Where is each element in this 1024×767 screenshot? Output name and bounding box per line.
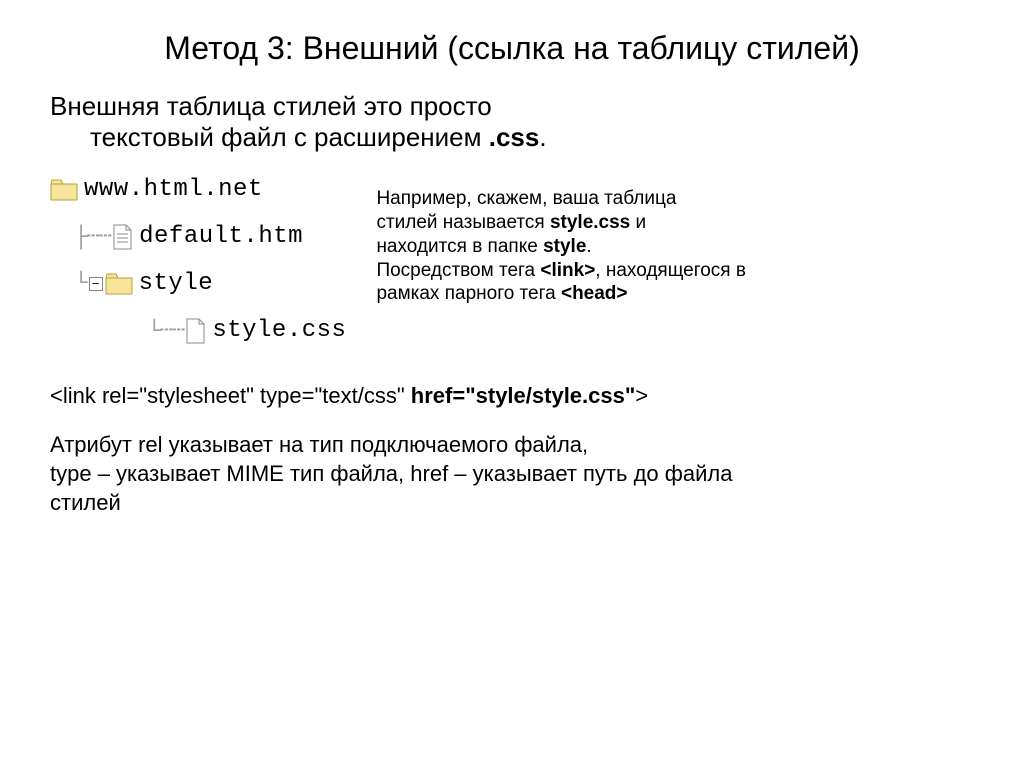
intro-line2a: текстовый файл с расширением xyxy=(90,122,489,152)
intro-line2b: .css xyxy=(489,122,540,152)
side-l1d: и xyxy=(630,212,646,233)
intro-period: . xyxy=(539,122,546,152)
explain-l1: Атрибут rel указывает на тип подключаемо… xyxy=(50,432,588,457)
side-l3c: , находящегося в xyxy=(595,260,746,281)
side-l1a: Например, скажем, ваша таблица xyxy=(376,188,676,209)
side-l1c: style.css xyxy=(550,212,630,233)
tree-connector: └ xyxy=(50,271,87,296)
explanation: Атрибут rel указывает на тип подключаемо… xyxy=(50,431,974,517)
side-l2b: style xyxy=(543,236,586,257)
side-l3b: <link> xyxy=(540,260,595,281)
explain-l3: стилей xyxy=(50,490,121,515)
side-l2c: . xyxy=(586,236,591,257)
tree-row-folder2: └− style xyxy=(50,261,346,306)
code-a: <link rel="stylesheet" type="text/css" xyxy=(50,383,411,408)
tree-root-label: www.html.net xyxy=(84,176,263,203)
side-l2a: находится в папке xyxy=(376,236,543,257)
expand-minus-icon[interactable]: − xyxy=(89,277,103,291)
side-l1b: стилей называется xyxy=(376,212,550,233)
side-l4a: рамках парного тега xyxy=(376,283,561,304)
document-icon xyxy=(111,224,133,250)
tree-row-root: www.html.net xyxy=(50,167,346,212)
explain-l2: type – указывает MIME тип файла, href – … xyxy=(50,461,732,486)
folder-icon xyxy=(50,178,78,202)
intro-line1: Внешняя таблица стилей это просто xyxy=(50,91,492,121)
document-icon xyxy=(184,318,206,344)
side-text: Например, скажем, ваша таблица стилей на… xyxy=(376,167,746,355)
intro-paragraph: Внешняя таблица стилей это просто тексто… xyxy=(50,91,974,153)
tree-file2-label: style.css xyxy=(212,317,346,344)
tree-connector: └┄┄ xyxy=(50,318,184,344)
code-b: href="style/style.css" xyxy=(411,383,636,408)
middle-section: www.html.net ├┄┄ default.htm └− style └┄… xyxy=(50,167,974,355)
tree-connector: ├┄┄ xyxy=(50,224,111,250)
file-tree: www.html.net ├┄┄ default.htm └− style └┄… xyxy=(50,167,346,355)
tree-row-file1: ├┄┄ default.htm xyxy=(50,214,346,259)
code-c: > xyxy=(635,383,648,408)
side-l3a: Посредством тега xyxy=(376,260,540,281)
slide-title: Метод 3: Внешний (ссылка на таблицу стил… xyxy=(50,30,974,67)
side-l4b: <head> xyxy=(561,283,628,304)
tree-row-file2: └┄┄ style.css xyxy=(50,308,346,353)
tree-folder2-label: style xyxy=(139,270,214,297)
tree-file1-label: default.htm xyxy=(139,223,303,250)
code-line: <link rel="stylesheet" type="text/css" h… xyxy=(50,383,974,409)
folder-icon xyxy=(105,272,133,296)
